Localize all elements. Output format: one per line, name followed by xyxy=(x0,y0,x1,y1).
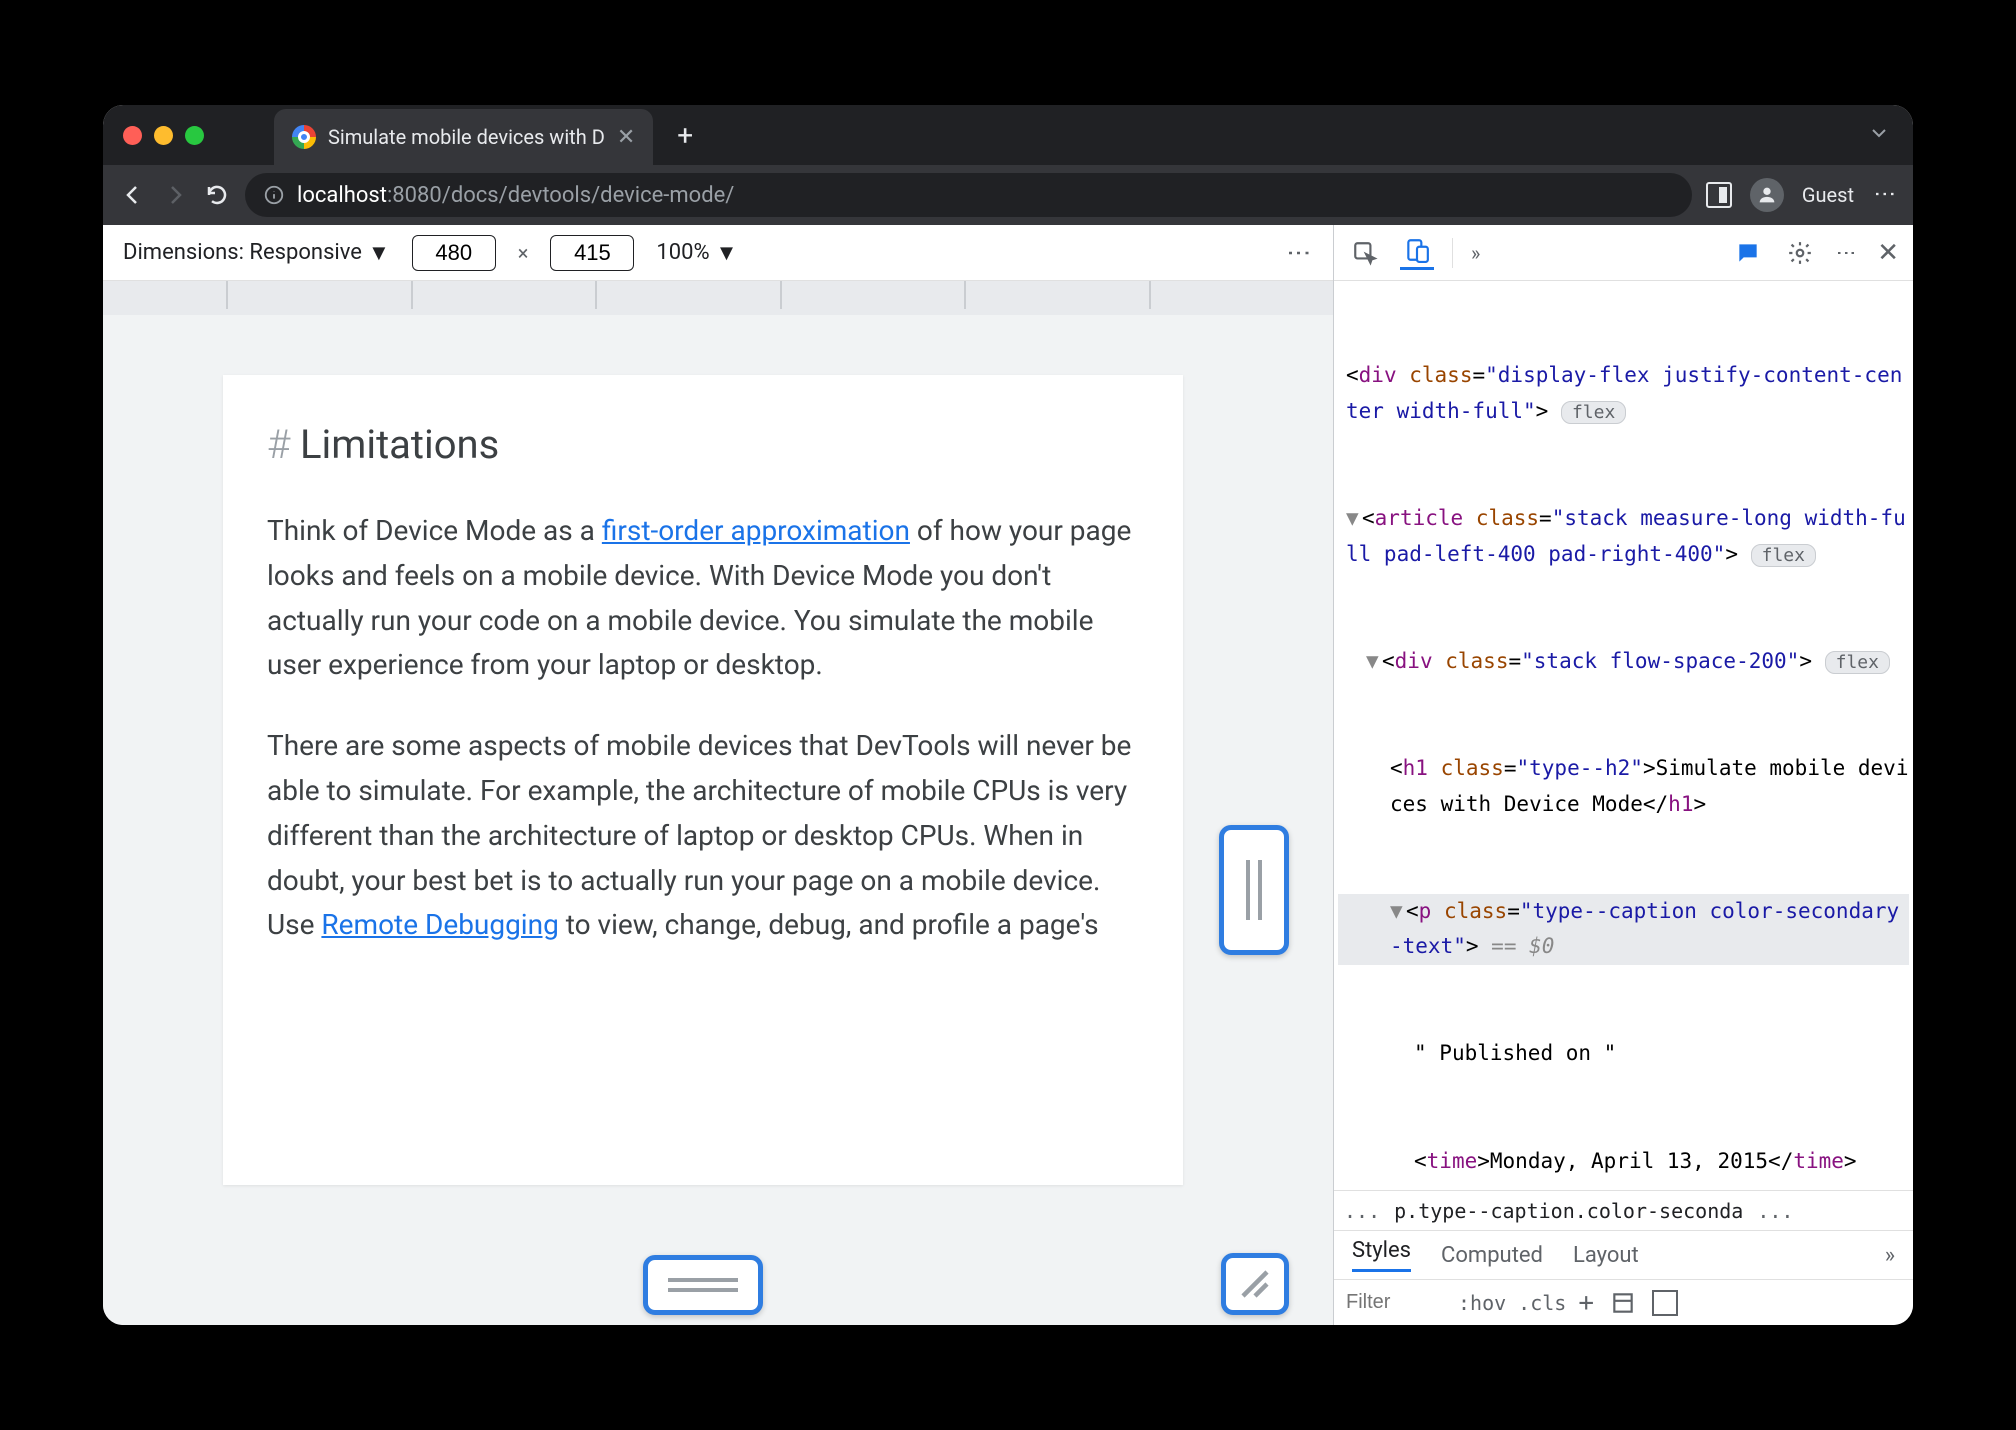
close-window-button[interactable] xyxy=(123,126,142,145)
anchor-hash-icon: # xyxy=(267,421,300,468)
new-tab-button[interactable]: + xyxy=(677,119,693,152)
toggle-device-toolbar-button[interactable] xyxy=(1400,236,1434,270)
styles-filter-bar: :hov .cls + xyxy=(1334,1279,1913,1325)
device-toolbar: Dimensions: Responsive ▼ × 100% ▼ ⋮ xyxy=(103,225,1333,281)
dom-text-node[interactable]: " Published on " xyxy=(1338,1036,1909,1072)
resize-handle-corner[interactable] xyxy=(1221,1253,1289,1315)
resize-handle-right[interactable] xyxy=(1219,825,1289,955)
media-query-ruler[interactable] xyxy=(103,281,1333,315)
dropdown-arrow-icon: ▼ xyxy=(368,240,390,266)
sidepanel-icon[interactable] xyxy=(1706,182,1732,208)
browser-window: Simulate mobile devices with D ✕ + local… xyxy=(103,105,1913,1325)
feedback-icon[interactable] xyxy=(1731,236,1765,270)
hov-toggle[interactable]: :hov xyxy=(1458,1291,1506,1315)
device-toolbar-menu-button[interactable]: ⋮ xyxy=(1285,241,1313,265)
devtools-panel: » ⋮ ✕ <div class="display-flex justify-c… xyxy=(1333,225,1913,1325)
paragraph: There are some aspects of mobile devices… xyxy=(267,724,1139,948)
first-order-link[interactable]: first-order approximation xyxy=(602,514,910,547)
reload-button[interactable] xyxy=(203,181,231,209)
more-styles-tabs-button[interactable]: » xyxy=(1885,1243,1895,1268)
settings-gear-icon[interactable] xyxy=(1783,236,1817,270)
dropdown-arrow-icon: ▼ xyxy=(716,240,738,266)
inspect-element-button[interactable] xyxy=(1348,236,1382,270)
device-viewport-panel: Dimensions: Responsive ▼ × 100% ▼ ⋮ # Li… xyxy=(103,225,1333,1325)
width-input[interactable] xyxy=(412,235,496,271)
url-bar: localhost:8080/docs/devtools/device-mode… xyxy=(103,165,1913,225)
dom-node[interactable]: <h1 class="type--h2">Simulate mobile dev… xyxy=(1338,751,1909,822)
page-content[interactable]: # Limitations Think of Device Mode as a … xyxy=(223,375,1183,1185)
height-input[interactable] xyxy=(550,235,634,271)
toggle-sidebar-icon[interactable] xyxy=(1652,1290,1678,1316)
tab-layout[interactable]: Layout xyxy=(1573,1243,1639,1268)
back-button[interactable] xyxy=(119,181,147,209)
styles-filter-input[interactable] xyxy=(1346,1291,1446,1314)
browser-tab[interactable]: Simulate mobile devices with D ✕ xyxy=(274,109,653,165)
profile-label: Guest xyxy=(1802,183,1854,207)
page-heading: # Limitations xyxy=(267,413,1139,477)
titlebar: Simulate mobile devices with D ✕ + xyxy=(103,105,1913,165)
tab-title: Simulate mobile devices with D xyxy=(328,125,605,149)
dom-node[interactable]: ▼<div class="stack flow-space-200"> flex xyxy=(1338,644,1909,680)
dimension-separator: × xyxy=(518,241,529,265)
dom-node-selected[interactable]: ▼<p class="type--caption color-secondary… xyxy=(1338,894,1909,965)
styles-panel: Styles Computed Layout » :hov .cls + xyxy=(1334,1230,1913,1325)
tab-styles[interactable]: Styles xyxy=(1352,1238,1411,1272)
zoom-dropdown[interactable]: 100% ▼ xyxy=(656,240,737,266)
elements-breadcrumb[interactable]: ... p.type--caption.color-seconda ... xyxy=(1334,1190,1913,1230)
info-icon xyxy=(263,184,285,206)
styles-tabs: Styles Computed Layout » xyxy=(1334,1231,1913,1279)
content-area: Dimensions: Responsive ▼ × 100% ▼ ⋮ # Li… xyxy=(103,225,1913,1325)
dom-node[interactable]: <time>Monday, April 13, 2015</time> xyxy=(1338,1144,1909,1180)
browser-menu-button[interactable]: ⋮ xyxy=(1872,183,1897,207)
toolbar-right: Guest ⋮ xyxy=(1706,178,1897,212)
window-controls xyxy=(123,126,204,145)
forward-button[interactable] xyxy=(161,181,189,209)
close-tab-button[interactable]: ✕ xyxy=(617,125,635,150)
breadcrumb-selected[interactable]: p.type--caption.color-seconda xyxy=(1394,1199,1743,1223)
chrome-favicon-icon xyxy=(292,125,316,149)
breadcrumb-ellipsis[interactable]: ... xyxy=(1757,1199,1793,1223)
elements-tree[interactable]: <div class="display-flex justify-content… xyxy=(1334,281,1913,1190)
dimensions-dropdown[interactable]: Dimensions: Responsive ▼ xyxy=(123,240,390,266)
devtools-toolbar: » ⋮ ✕ xyxy=(1334,225,1913,281)
close-devtools-button[interactable]: ✕ xyxy=(1877,238,1899,268)
remote-debugging-link[interactable]: Remote Debugging xyxy=(321,908,558,941)
simulated-viewport: # Limitations Think of Device Mode as a … xyxy=(103,315,1333,1325)
dom-node[interactable]: ▼<article class="stack measure-long widt… xyxy=(1338,501,1909,572)
maximize-window-button[interactable] xyxy=(185,126,204,145)
minimize-window-button[interactable] xyxy=(154,126,173,145)
cls-toggle[interactable]: .cls xyxy=(1518,1291,1566,1315)
url-text: localhost:8080/docs/devtools/device-mode… xyxy=(297,183,734,208)
collapse-tabs-icon[interactable] xyxy=(1867,121,1891,149)
profile-avatar-icon[interactable] xyxy=(1750,178,1784,212)
devtools-menu-button[interactable]: ⋮ xyxy=(1835,243,1859,263)
tab-computed[interactable]: Computed xyxy=(1441,1243,1543,1268)
dom-node[interactable]: <div class="display-flex justify-content… xyxy=(1338,358,1909,429)
computed-styles-icon[interactable] xyxy=(1606,1286,1640,1320)
more-tabs-button[interactable]: » xyxy=(1471,241,1480,265)
resize-handle-bottom[interactable] xyxy=(643,1255,763,1315)
address-bar[interactable]: localhost:8080/docs/devtools/device-mode… xyxy=(245,173,1692,217)
new-style-rule-button[interactable]: + xyxy=(1578,1288,1594,1318)
paragraph: Think of Device Mode as a first-order ap… xyxy=(267,509,1139,688)
breadcrumb-ellipsis[interactable]: ... xyxy=(1344,1199,1380,1223)
